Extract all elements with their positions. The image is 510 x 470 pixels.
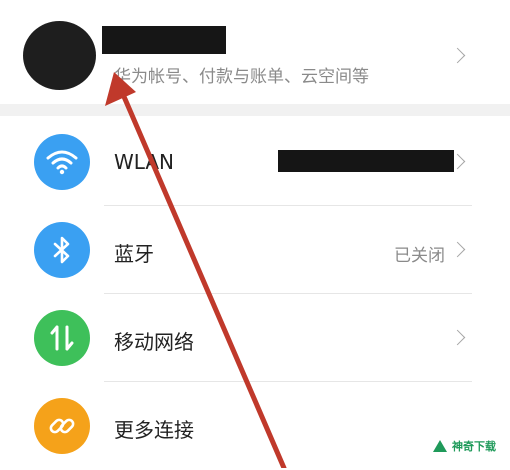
watermark-logo-icon [433,440,447,452]
annotation-arrow [105,72,287,468]
watermark: 神奇下载 [432,438,496,454]
watermark-text: 神奇下载 [452,440,496,453]
